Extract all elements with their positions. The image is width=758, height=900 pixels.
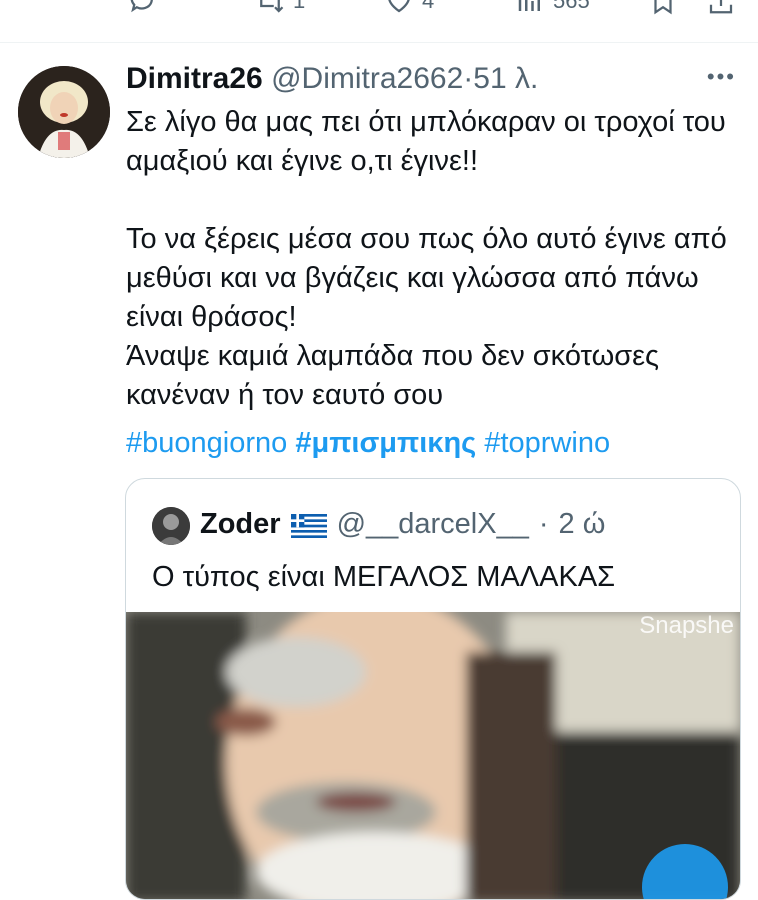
quoted-avatar-image <box>152 507 190 545</box>
display-name[interactable]: Dimitra26 <box>126 62 263 95</box>
more-options-button[interactable]: ••• <box>707 64 736 90</box>
hashtag-line: #buongiorno #μπισμπικης #toprwino <box>126 424 610 463</box>
like-count: 4 <box>422 0 435 13</box>
quoted-user-handle[interactable]: @__darcelX__ <box>337 508 529 541</box>
header-separator: · <box>463 62 474 95</box>
quoted-video-thumbnail[interactable]: Snapshe <box>126 612 740 899</box>
quoted-display-name[interactable]: Zoder <box>200 508 281 541</box>
tweet-body: Σε λίγο θα μας πει ότι μπλόκαραν οι τροχ… <box>126 103 736 415</box>
tweet-header: Dimitra26 @Dimitra2662·51 λ. <box>126 62 538 96</box>
retweet-count: 1 <box>293 0 306 13</box>
tweet-paragraph: Άναψε καμιά λαμπάδα που δεν σκότωσες καν… <box>126 340 660 411</box>
tweet-divider <box>0 42 758 43</box>
reply-icon <box>130 0 153 13</box>
share-icon <box>709 0 733 14</box>
retweet-button[interactable]: 1 <box>255 0 305 16</box>
quoted-avatar[interactable] <box>152 507 190 545</box>
user-handle[interactable]: @Dimitra2662 <box>271 62 463 95</box>
share-button[interactable] <box>706 0 736 16</box>
hashtag-link[interactable]: #buongiorno <box>126 427 287 459</box>
reply-button[interactable] <box>128 0 158 16</box>
quoted-header-separator: · <box>538 508 549 540</box>
avatar[interactable] <box>18 66 110 158</box>
retweet-icon <box>260 0 284 13</box>
previous-tweet-action-bar: 1 4 565 <box>0 0 758 22</box>
avatar-image <box>18 66 110 158</box>
video-frame-image <box>126 612 740 899</box>
quoted-tweet-text: Ο τύπος είναι ΜΕΓΑΛΟΣ ΜΑΛΑΚΑΣ <box>152 561 616 593</box>
views-count: 565 <box>553 0 590 13</box>
video-watermark: Snapshe <box>639 612 734 639</box>
bookmark-button[interactable] <box>648 0 678 16</box>
hashtag-link[interactable]: #μπισμπικης <box>295 427 476 459</box>
tweet-paragraph: Σε λίγο θα μας πει ότι μπλόκαραν οι τροχ… <box>126 106 726 177</box>
greek-flag-icon <box>290 513 327 538</box>
quoted-tweet-header: Zoder @__darcelX__ · 2 ώ <box>200 508 605 541</box>
bookmark-icon <box>654 0 672 15</box>
hashtag-link[interactable]: #toprwino <box>484 427 610 459</box>
quoted-tweet-card[interactable]: Zoder @__darcelX__ · 2 ώ Ο τύπος είναι ΜΕΓ… <box>125 478 741 900</box>
quoted-timestamp[interactable]: 2 ώ <box>559 508 606 541</box>
like-button[interactable]: 4 <box>384 0 434 16</box>
views-button[interactable]: 565 <box>515 0 590 16</box>
like-icon <box>388 0 410 13</box>
views-icon <box>518 0 540 11</box>
tweet-timestamp[interactable]: 51 λ. <box>473 62 538 95</box>
tweet-paragraph: Το να ξέρεις μέσα σου πως όλο αυτό έγινε… <box>126 223 727 333</box>
